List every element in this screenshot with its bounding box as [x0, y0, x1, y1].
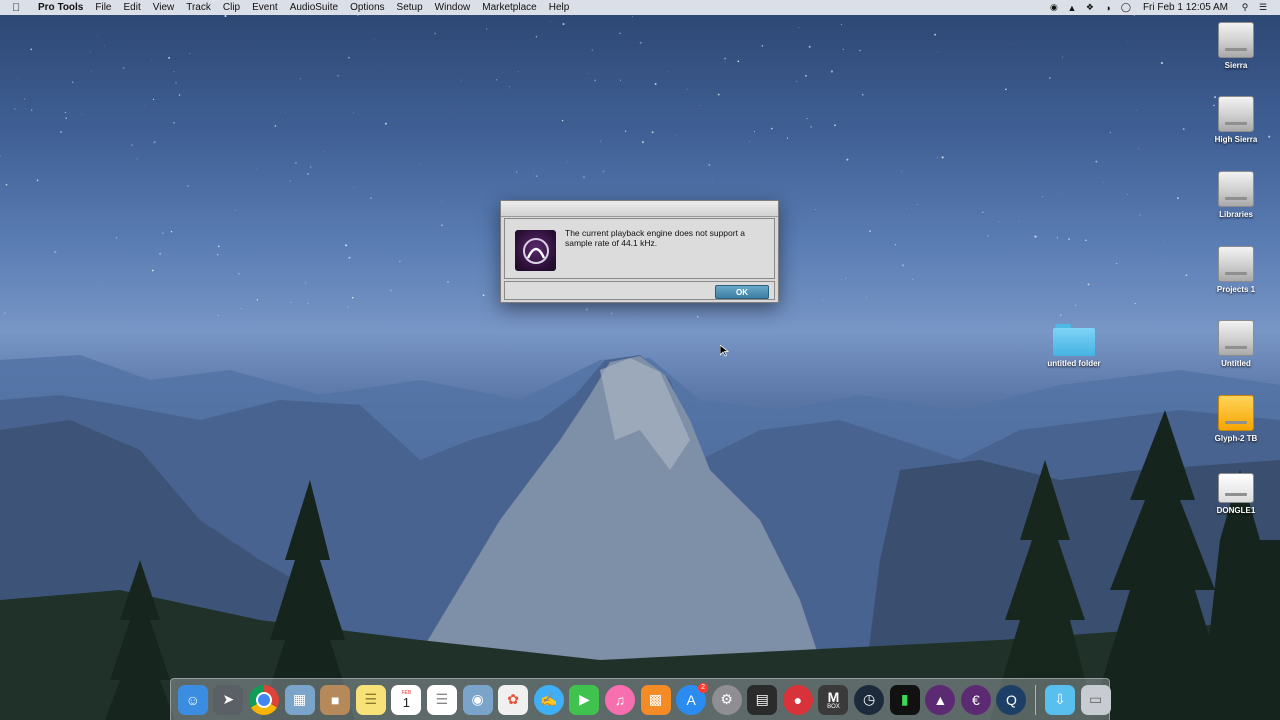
ibooks-icon[interactable]: ▩ [640, 684, 671, 715]
app-store-icon[interactable]: A 2 [676, 682, 709, 715]
desktop-icon-label: Libraries [1219, 210, 1253, 219]
mbox-app-icon[interactable]: M BOX [818, 684, 849, 715]
trash-icon[interactable]: ▭ [1080, 684, 1111, 715]
menu-app-name[interactable]: Pro Tools [34, 2, 89, 13]
menu-event[interactable]: Event [246, 2, 284, 13]
hard-drive-icon [1218, 96, 1254, 132]
mouse-cursor-icon [720, 345, 730, 357]
usb-drive-icon [1218, 473, 1254, 503]
desktop-icon-label: Sierra [1224, 61, 1248, 70]
calendar-icon[interactable]: FEB 1 [391, 684, 422, 715]
desktop-icon-label: untitled folder [1047, 359, 1101, 368]
lips-app-icon[interactable]: ● [782, 684, 813, 715]
external-drive-icon [1218, 395, 1254, 431]
system-preferences-icon[interactable]: ⚙ [711, 684, 742, 715]
menu-setup[interactable]: Setup [391, 2, 429, 13]
desktop-drive-sierra[interactable]: Sierra [1196, 22, 1276, 70]
meter-app-icon[interactable]: ▮ [889, 684, 920, 715]
menu-edit[interactable]: Edit [118, 2, 147, 13]
record-status-icon[interactable]: ◉ [1047, 2, 1061, 13]
desktop-drive-glyph-2tb[interactable]: Glyph-2 TB [1196, 395, 1276, 443]
desktop-icon-label: High Sierra [1214, 135, 1258, 144]
notification-center-icon[interactable]: ☰ [1256, 2, 1270, 13]
dock: ☺ ➤ ▦ ■ ☰ FEB 1 ☰ ◉ ✿ ✍ ▶ ♫ ▩ A 2 ⚙ ▤ ● … [170, 678, 1111, 720]
quicktime-icon[interactable]: Q [996, 684, 1027, 715]
image-capture-icon[interactable]: ◉ [462, 684, 493, 715]
dock-separator [1035, 684, 1037, 715]
menu-file[interactable]: File [89, 2, 117, 13]
audio-midi-setup-icon[interactable]: ▤ [747, 684, 778, 715]
menu-view[interactable]: View [147, 2, 181, 13]
dialog-footer: OK [504, 281, 775, 300]
desktop-icon-label: Untitled [1221, 359, 1251, 368]
launchpad-icon[interactable]: ➤ [213, 684, 244, 715]
ok-button[interactable]: OK [715, 285, 769, 299]
protools-control-icon[interactable]: € [960, 684, 991, 715]
desktop-drive-high-sierra[interactable]: High Sierra [1196, 96, 1276, 144]
protools-status-icon[interactable]: ▲ [1065, 3, 1079, 13]
hard-drive-icon [1218, 22, 1254, 58]
desktop-drive-dongle1[interactable]: DONGLE1 [1196, 469, 1276, 515]
menu-track[interactable]: Track [180, 2, 217, 13]
menu-help[interactable]: Help [543, 2, 576, 13]
finder-icon[interactable]: ☺ [177, 684, 208, 715]
circle-status-icon[interactable]: ◯ [1119, 2, 1133, 13]
mbox-sub-label: BOX [827, 703, 840, 710]
preview-icon[interactable]: ▦ [284, 684, 315, 715]
downloads-folder-icon[interactable]: ⇩ [1045, 684, 1076, 715]
app-store-badge: 2 [698, 682, 709, 693]
desktop-untitled-folder[interactable]: untitled folder [1034, 322, 1114, 368]
menu-window[interactable]: Window [429, 2, 477, 13]
apple-menu-icon[interactable]:  [12, 2, 26, 14]
protools-logo-icon [515, 230, 556, 271]
facetime-icon[interactable]: ▶ [569, 684, 600, 715]
desktop-drive-libraries[interactable]: Libraries [1196, 171, 1276, 219]
menu-marketplace[interactable]: Marketplace [476, 2, 542, 13]
desktop-icon-label: Glyph-2 TB [1214, 434, 1258, 443]
dialog-message: The current playback engine does not sup… [565, 228, 746, 248]
notes-icon[interactable]: ☰ [355, 684, 386, 715]
mbox-letter: M [827, 688, 840, 705]
dialog-titlebar[interactable] [501, 201, 778, 217]
itunes-icon[interactable]: ♫ [604, 684, 635, 715]
hard-drive-icon [1218, 320, 1254, 356]
spotlight-search-icon[interactable]: ⚲ [1238, 2, 1252, 13]
desktop-icon-label: Projects 1 [1216, 285, 1256, 294]
calendar-day: 1 [402, 695, 410, 710]
gauge-app-icon[interactable]: ◷ [854, 684, 885, 715]
desktop-icon-label: DONGLE1 [1216, 506, 1256, 515]
dialog-body: The current playback engine does not sup… [504, 218, 775, 279]
menu-clip[interactable]: Clip [217, 2, 246, 13]
hard-drive-icon [1218, 171, 1254, 207]
desktop-drive-projects-1[interactable]: Projects 1 [1196, 246, 1276, 294]
hard-drive-icon [1218, 246, 1254, 282]
status-area: ◉ ▲ ❖ ◑ ◯ Fri Feb 1 12:05 AM ⚲ ☰ [1045, 2, 1280, 13]
menu-audiosuite[interactable]: AudioSuite [284, 2, 344, 13]
menu-options[interactable]: Options [344, 2, 390, 13]
menu-bar:  Pro Tools File Edit View Track Clip Ev… [0, 0, 1280, 15]
dropbox-icon[interactable]: ❖ [1083, 2, 1097, 13]
alert-dialog: The current playback engine does not sup… [500, 200, 779, 303]
photos-icon[interactable]: ✿ [498, 684, 529, 715]
menu-clock[interactable]: Fri Feb 1 12:05 AM [1143, 2, 1228, 13]
desktop-drive-untitled[interactable]: Untitled [1196, 320, 1276, 368]
chrome-icon[interactable] [248, 684, 279, 715]
reminders-icon[interactable]: ☰ [426, 684, 457, 715]
contacts-icon[interactable]: ■ [320, 684, 351, 715]
folder-icon [1053, 324, 1095, 356]
messages-icon[interactable]: ✍ [533, 684, 564, 715]
protools-dock-icon[interactable]: ▲ [925, 684, 956, 715]
moon-icon[interactable]: ◑ [1101, 3, 1115, 13]
